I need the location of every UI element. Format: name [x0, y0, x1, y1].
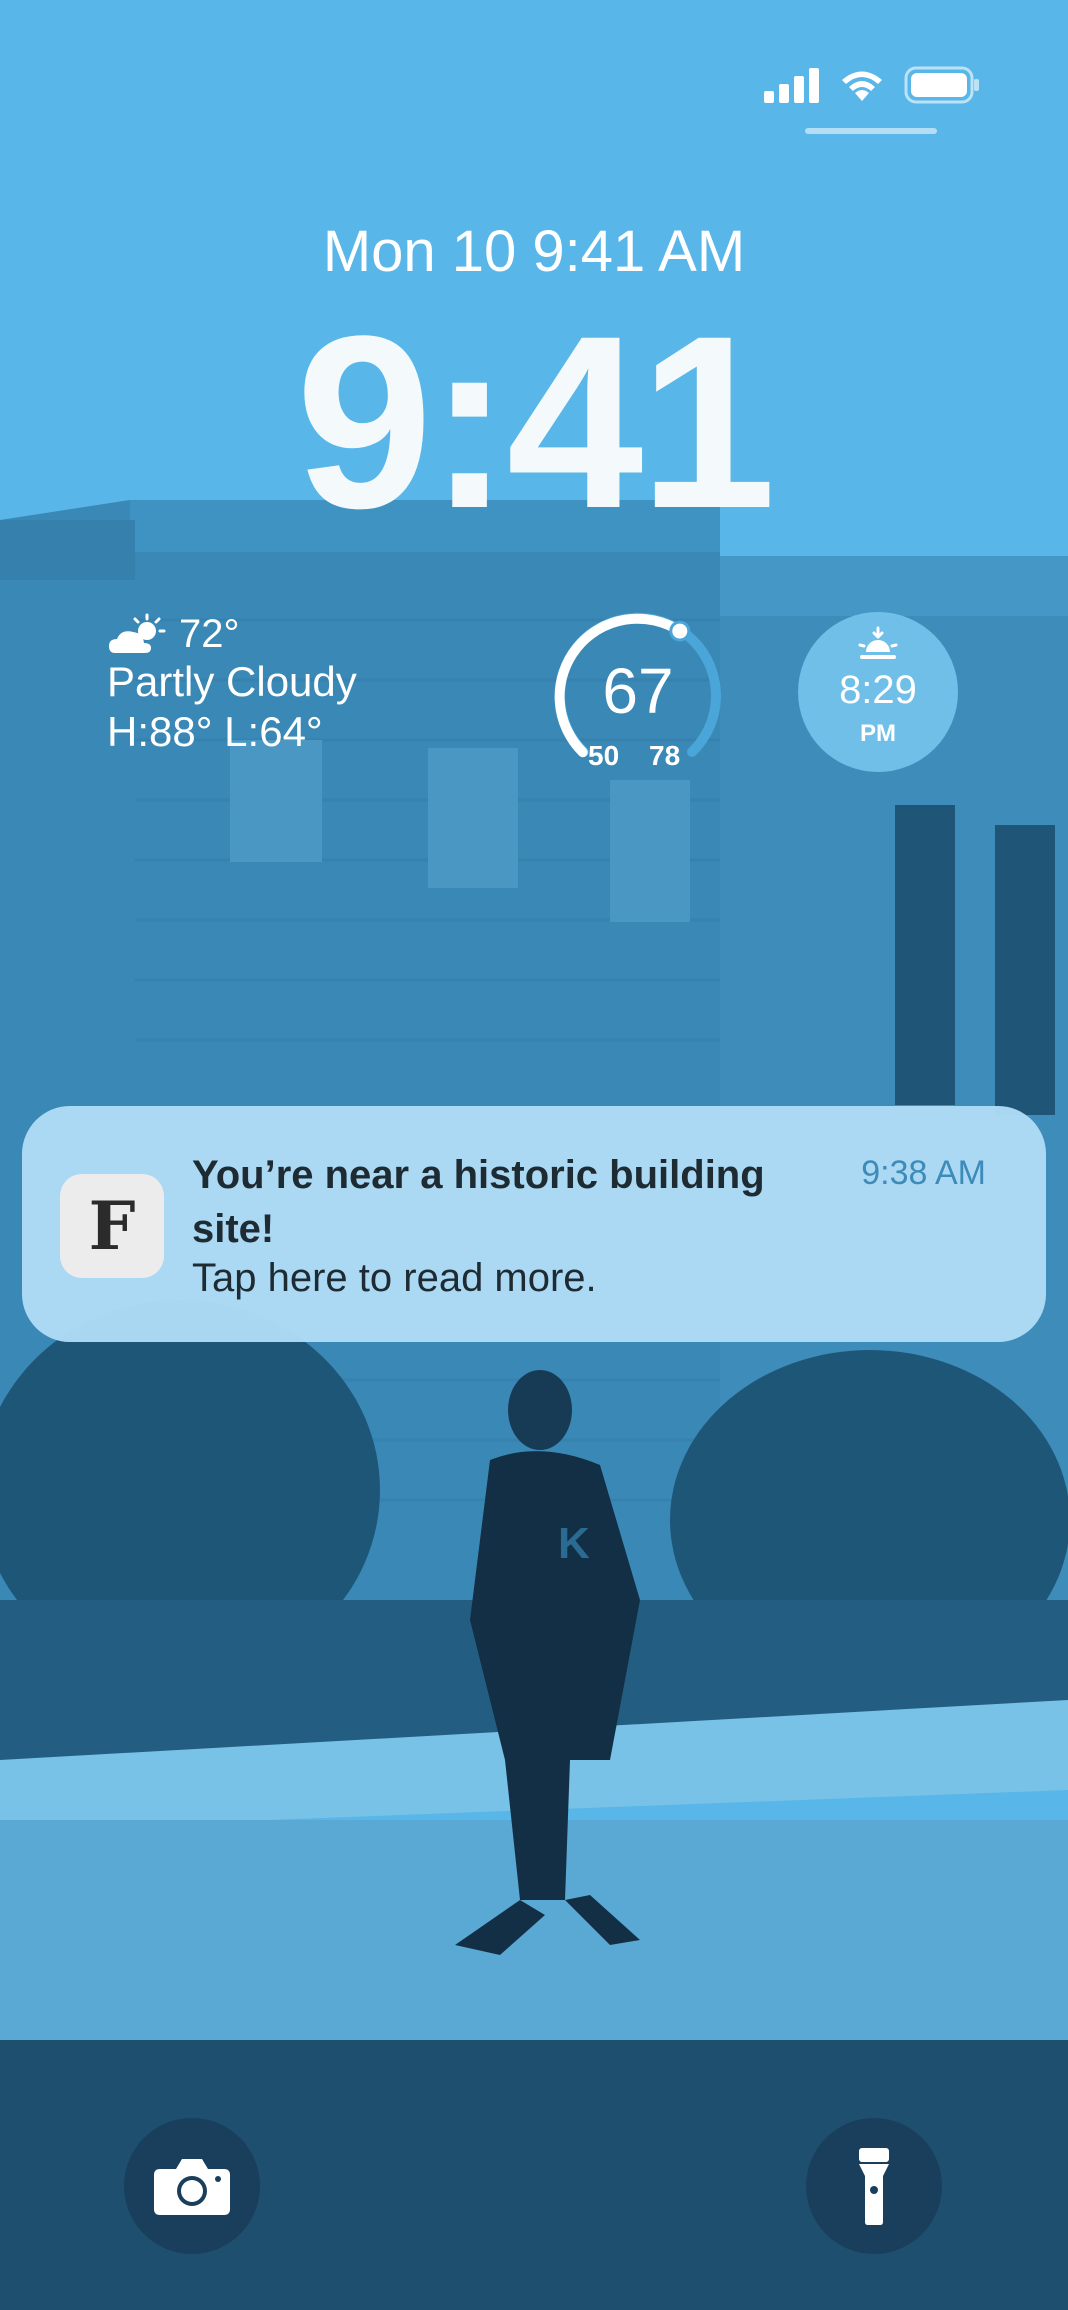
weather-high-low: H:88° L:64° — [107, 708, 323, 755]
sunset-time: 8:29 — [839, 668, 917, 712]
camera-button[interactable] — [124, 2118, 260, 2254]
notification-title: You’re near a historic building site! — [192, 1153, 765, 1251]
lock-screen: K Mon 10 9:41 AM 9:41 72° Partly Cloudy … — [0, 0, 1068, 2310]
svg-text:K: K — [558, 1519, 590, 1568]
status-indicator-bar — [805, 128, 937, 134]
weather-condition: Partly Cloudy — [107, 658, 357, 705]
temperature-gauge-high: 78 — [649, 740, 681, 771]
notification-card[interactable]: F You’re near a historic building site! … — [22, 1106, 1046, 1342]
wifi-icon — [842, 71, 882, 101]
partly-cloudy-icon — [109, 613, 166, 653]
sunset-ampm: PM — [860, 720, 896, 747]
weather-widget[interactable]: 72° Partly Cloudy H:88° L:64° — [107, 612, 357, 757]
cellular-signal-icon — [764, 68, 819, 103]
temperature-gauge-current: 67 — [602, 655, 674, 727]
status-bar — [764, 66, 980, 104]
flashlight-button[interactable] — [806, 2118, 942, 2254]
flashlight-icon — [859, 2148, 889, 2225]
temperature-gauge-low: 50 — [588, 740, 620, 771]
sunset-widget[interactable]: 8:29 PM — [798, 612, 958, 772]
weather-temperature: 72° — [179, 612, 240, 656]
app-icon: F — [60, 1174, 164, 1278]
lock-clock: 9:41 — [295, 285, 776, 560]
sunset-icon — [858, 626, 898, 659]
notification-time: 9:38 AM — [861, 1154, 986, 1192]
lock-date: Mon 10 9:41 AM — [322, 219, 746, 284]
battery-icon — [904, 66, 979, 104]
temperature-gauge-widget[interactable]: 67 50 78 — [552, 612, 724, 782]
camera-icon — [154, 2159, 230, 2215]
notification-body: Tap here to read more. — [192, 1256, 597, 1300]
